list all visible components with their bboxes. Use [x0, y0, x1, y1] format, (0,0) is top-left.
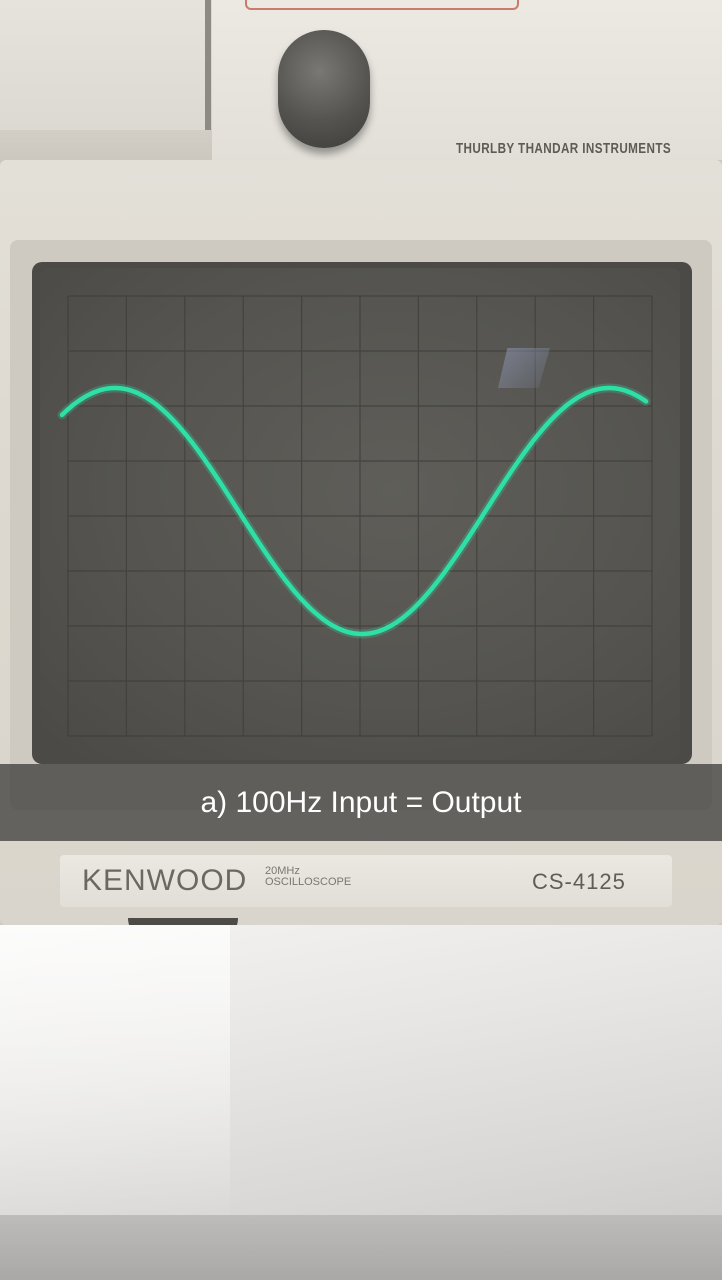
- control-knob: [278, 30, 370, 148]
- bench-edge: [0, 1215, 722, 1280]
- instrument-side-panel: [0, 0, 211, 130]
- oscilloscope-screen: [40, 268, 680, 760]
- graticule-and-trace: [57, 295, 653, 737]
- model-number: CS-4125: [532, 869, 626, 894]
- caption-text: a) 100Hz Input = Output: [200, 785, 522, 819]
- waveform-trace-glow: [57, 383, 651, 639]
- generator-brand-label: THURLBY THANDAR INSTRUMENTS: [456, 140, 672, 157]
- bench-glare: [0, 925, 230, 1225]
- photo: THURLBY THANDAR INSTRUMENTS a) 100Hz Inp…: [0, 0, 722, 1280]
- scope-spec-type: OSCILLOSCOPE: [265, 876, 352, 888]
- scope-spec: 20MHz OSCILLOSCOPE: [265, 866, 351, 888]
- graticule-grid: [67, 295, 653, 737]
- panel-label-strip: [245, 0, 519, 10]
- waveform-trace: [59, 385, 649, 637]
- function-generator: THURLBY THANDAR INSTRUMENTS: [0, 0, 722, 175]
- brand-logo: KENWOOD: [82, 864, 248, 897]
- caption-bar: a) 100Hz Input = Output: [0, 764, 722, 841]
